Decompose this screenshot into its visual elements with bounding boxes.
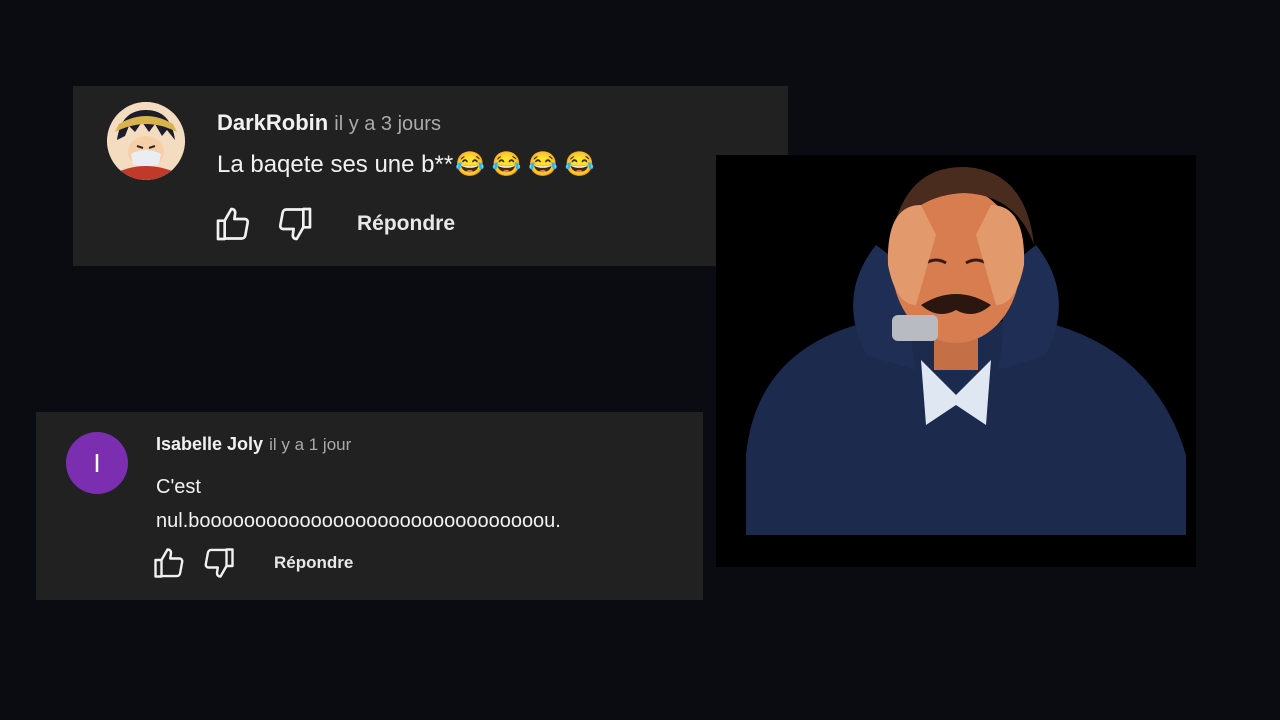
comment-line-1: C'est [156, 476, 201, 498]
comment-meta: DarkRobin il y a 3 jours [217, 110, 441, 136]
avatar-image [107, 102, 185, 180]
like-button[interactable] [150, 544, 188, 582]
comment-text: C'est nul.booooooooooooooooooooooooooooo… [156, 470, 676, 538]
author-name[interactable]: DarkRobin [217, 110, 328, 135]
comment-card: DarkRobin il y a 3 jours La baqete ses un… [73, 86, 788, 266]
timestamp[interactable]: il y a 1 jour [269, 435, 351, 454]
reply-button[interactable]: Répondre [274, 553, 353, 573]
comment-body: La baqete ses une b** [217, 151, 454, 178]
video-frame: DarkRobin il y a 3 jours La baqete ses un… [0, 0, 1280, 720]
dislike-icon [204, 548, 234, 578]
emoji-group: 😂 😂 😂 😂 [455, 151, 595, 178]
avatar[interactable]: I [66, 432, 128, 494]
comment-line-2: nul.booooooooooooooooooooooooooooooou. [156, 510, 561, 532]
comment-text: La baqete ses une b**😂 😂 😂 😂 [217, 150, 595, 179]
like-icon [216, 207, 250, 241]
author-name[interactable]: Isabelle Joly [156, 434, 263, 454]
timestamp[interactable]: il y a 3 jours [334, 113, 441, 135]
like-button[interactable] [213, 204, 253, 244]
dislike-button[interactable] [200, 544, 238, 582]
reply-button[interactable]: Répondre [357, 212, 455, 236]
comment-actions: Répondre [213, 204, 455, 244]
like-icon [154, 548, 184, 578]
avatar[interactable] [107, 102, 185, 180]
comment-actions: Répondre [150, 544, 353, 582]
comment-meta: Isabelle Joly il y a 1 jour [156, 434, 351, 455]
comment-card: I Isabelle Joly il y a 1 jour C'est nul.b… [36, 412, 703, 600]
reaction-meme-image [716, 155, 1196, 567]
dislike-button[interactable] [275, 204, 315, 244]
man-holding-head-illustration [716, 155, 1196, 567]
dislike-icon [278, 207, 312, 241]
